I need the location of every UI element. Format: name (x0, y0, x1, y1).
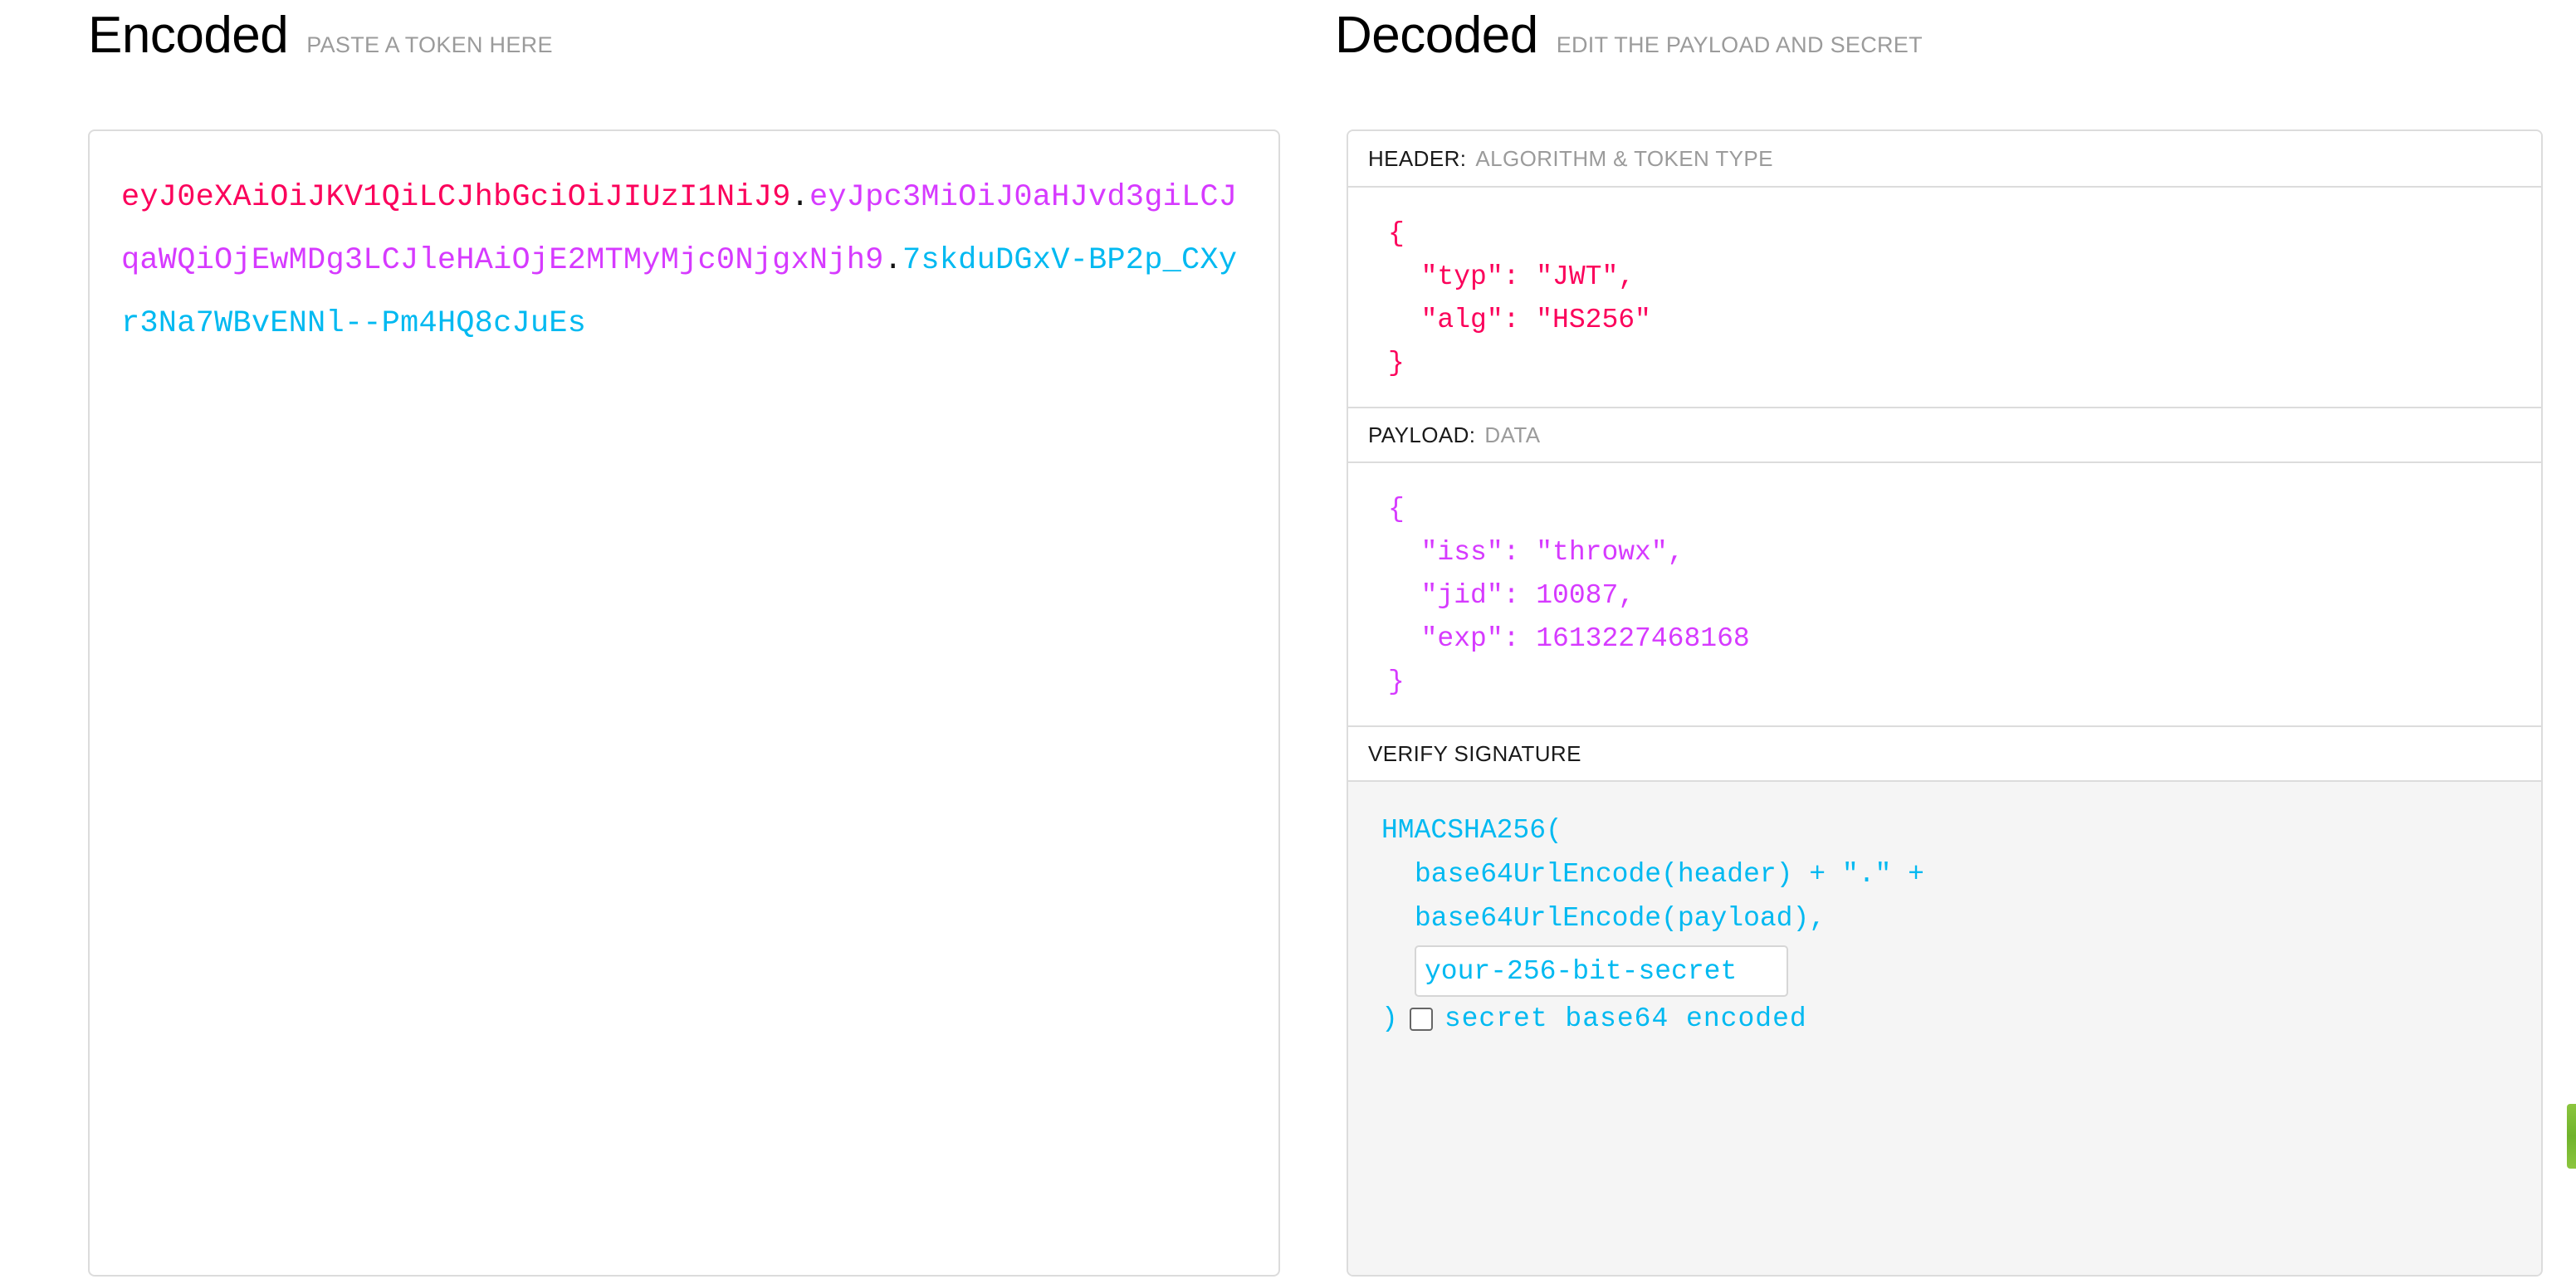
token-header-segment: eyJ0eXAiOiJKV1QiLCJhbGciOiJIUzI1NiJ9 (121, 180, 791, 215)
payload-label-hint: DATA (1484, 422, 1541, 447)
encoded-column: Encoded PASTE A TOKEN HERE eyJ0eXAiOiJKV… (0, 0, 1328, 1284)
jwt-debugger-page: Encoded PASTE A TOKEN HERE eyJ0eXAiOiJKV… (0, 0, 2576, 1284)
decoded-title-row: Decoded EDIT THE PAYLOAD AND SECRET (1328, 0, 2576, 80)
signature-verified-badge-sliver (2567, 1104, 2576, 1169)
base64-payload-line: base64UrlEncode(payload), (1415, 903, 1826, 934)
signature-section-label: VERIFY SIGNATURE (1348, 725, 2541, 782)
secret-input[interactable] (1415, 945, 1788, 997)
header-json-body[interactable]: { "typ": "JWT", "alg": "HS256" } (1348, 188, 2541, 407)
encoded-subtitle: PASTE A TOKEN HERE (306, 32, 553, 57)
signature-label-text: VERIFY SIGNATURE (1368, 740, 1581, 766)
decoded-panel: HEADER: ALGORITHM & TOKEN TYPE { "typ": … (1347, 129, 2543, 1277)
token-separator-2: . (883, 243, 902, 278)
base64-header-line: base64UrlEncode(header) + "." + (1415, 859, 1924, 890)
header-section-label: HEADER: ALGORITHM & TOKEN TYPE (1348, 131, 2541, 188)
hmac-open-line: HMACSHA256( (1381, 815, 1562, 846)
decoded-column: Decoded EDIT THE PAYLOAD AND SECRET HEAD… (1328, 0, 2576, 1284)
payload-label-text: PAYLOAD: (1368, 422, 1476, 447)
encoded-token-input[interactable]: eyJ0eXAiOiJKV1QiLCJhbGciOiJIUzI1NiJ9.eyJ… (88, 129, 1280, 1277)
payload-json-body[interactable]: { "iss": "throwx", "jid": 10087, "exp": … (1348, 463, 2541, 725)
header-label-hint: ALGORITHM & TOKEN TYPE (1475, 145, 1773, 171)
encoded-token-text[interactable]: eyJ0eXAiOiJKV1QiLCJhbGciOiJIUzI1NiJ9.eyJ… (121, 166, 1247, 355)
token-separator-1: . (790, 180, 809, 215)
payload-json-code[interactable]: { "iss": "throwx", "jid": 10087, "exp": … (1388, 488, 2541, 704)
closing-paren: ) (1381, 1003, 1398, 1034)
signature-body: HMACSHA256( base64UrlEncode(header) + ".… (1348, 782, 2541, 1275)
header-label-text: HEADER: (1368, 145, 1467, 171)
decoded-subtitle: EDIT THE PAYLOAD AND SECRET (1556, 32, 1923, 57)
encoded-title: Encoded (88, 7, 289, 64)
base64-encoded-label: secret base64 encoded (1444, 1003, 1807, 1034)
payload-section-label: PAYLOAD: DATA (1348, 407, 2541, 463)
encoded-title-row: Encoded PASTE A TOKEN HERE (0, 0, 1328, 80)
header-json-code[interactable]: { "typ": "JWT", "alg": "HS256" } (1388, 212, 2541, 385)
secret-row (1381, 945, 2541, 997)
decoded-title: Decoded (1335, 7, 1538, 64)
signature-close-row: ) secret base64 encoded (1381, 1003, 2541, 1034)
base64-encoded-checkbox[interactable] (1409, 1007, 1433, 1031)
